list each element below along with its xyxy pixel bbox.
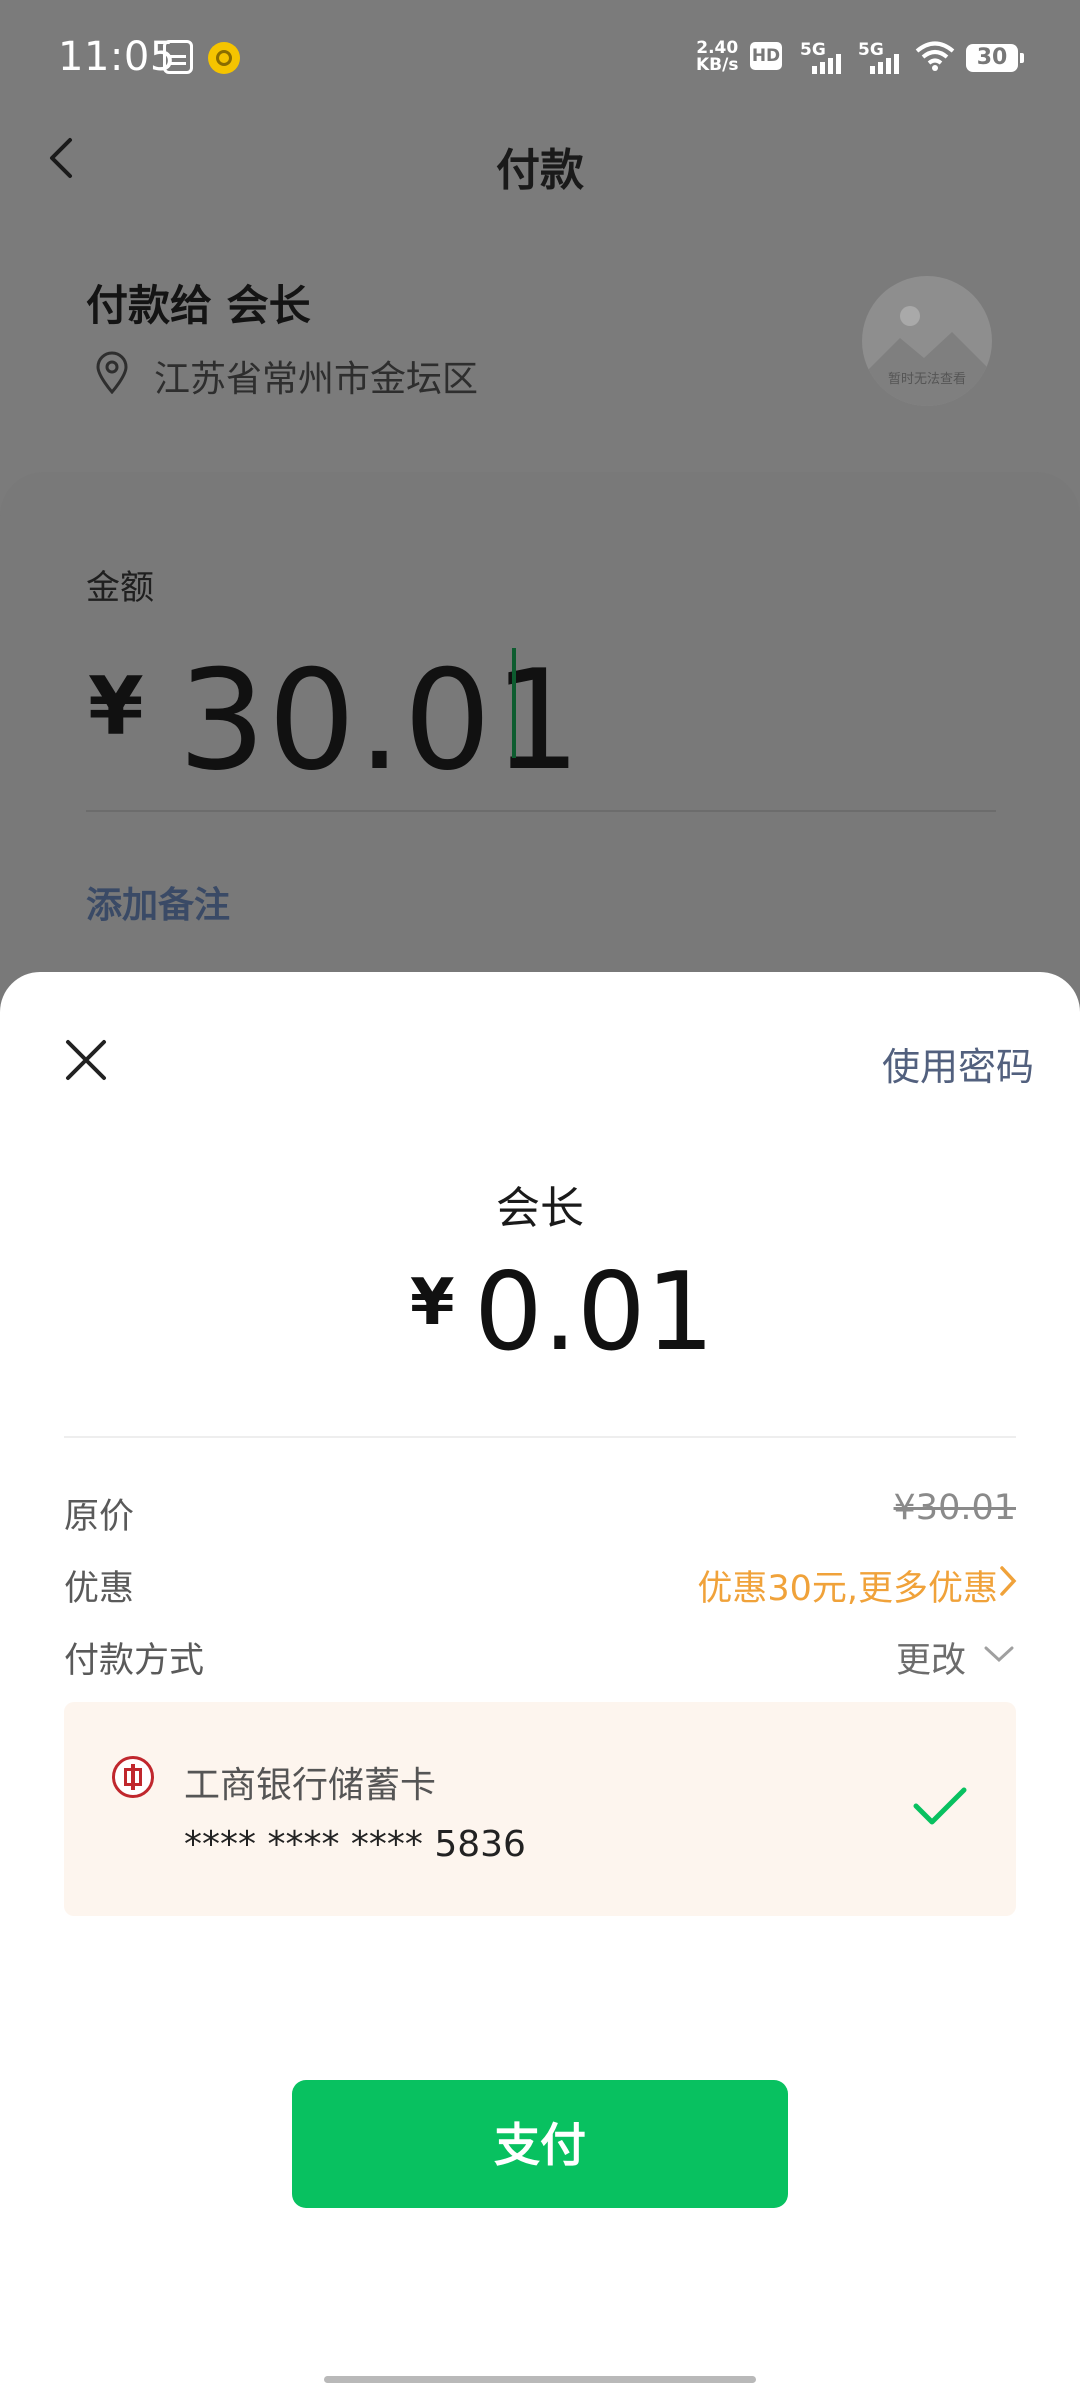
sheet-payee-name: 会长 [496,1183,584,1234]
battery-icon: 30 [966,44,1024,72]
pay-button[interactable]: 支付 [292,2080,788,2208]
use-password-link[interactable]: 使用密码 [882,1036,1034,1091]
sheet-currency-symbol: ¥ [410,1266,455,1340]
nav-bar: 付款 [0,120,1080,210]
status-bar: 11:05 2.40 KB/s HD 5G 5G 30 [0,0,1080,120]
discount-label: 优惠 [64,1569,135,1609]
signal-icon-1: 5G [800,40,846,74]
sheet-divider [64,1436,1016,1438]
location-icon [96,351,128,394]
discount-link[interactable]: 优惠30元,更多优惠 [697,1560,998,1611]
signal-label-2: 5G [858,40,884,60]
original-price-value: ¥30.01 [893,1488,1016,1528]
close-icon[interactable] [60,1034,112,1086]
amount-input[interactable]: 30.01 [178,640,583,801]
network-speed-unit: KB/s [696,55,739,75]
original-price-label: 原价 [64,1497,135,1537]
payment-method-label: 付款方式 [64,1641,205,1681]
coin-icon [208,42,240,74]
selected-card[interactable] [64,1702,1016,1916]
avatar-caption: 暂时无法查看 [887,372,966,387]
chevron-right-icon[interactable] [998,1564,1018,1598]
payee-avatar: 暂时无法查看 [862,276,992,406]
text-caret [512,648,516,758]
amount-label: 金额 [86,568,154,608]
signal-icon-2: 5G [858,40,904,74]
bank-name: 工商银行储蓄卡 [184,1765,437,1806]
sheet-amount: 0.01 [474,1250,715,1375]
add-note-link[interactable]: 添加备注 [86,876,230,928]
change-payment-method[interactable]: 更改 [896,1632,966,1683]
icbc-bank-icon [112,1756,154,1798]
payee-name: 付款给 会长 [86,281,311,330]
sim-card-icon [163,40,193,74]
amount-currency-symbol: ¥ [88,660,144,753]
hd-voice-icon: HD [750,42,782,70]
check-icon [913,1787,967,1825]
signal-label-1: 5G [800,40,826,60]
status-time: 11:05 [58,34,176,80]
wifi-icon [915,41,955,71]
home-indicator[interactable] [324,2376,756,2383]
amount-divider [86,810,996,812]
payee-location: 江苏省常州市金坛区 [154,359,479,400]
page-title: 付款 [496,145,584,196]
card-number: **** **** **** 5836 [184,1824,526,1865]
chevron-down-icon[interactable] [982,1644,1016,1664]
network-speed: 2.40 KB/s [696,40,738,74]
